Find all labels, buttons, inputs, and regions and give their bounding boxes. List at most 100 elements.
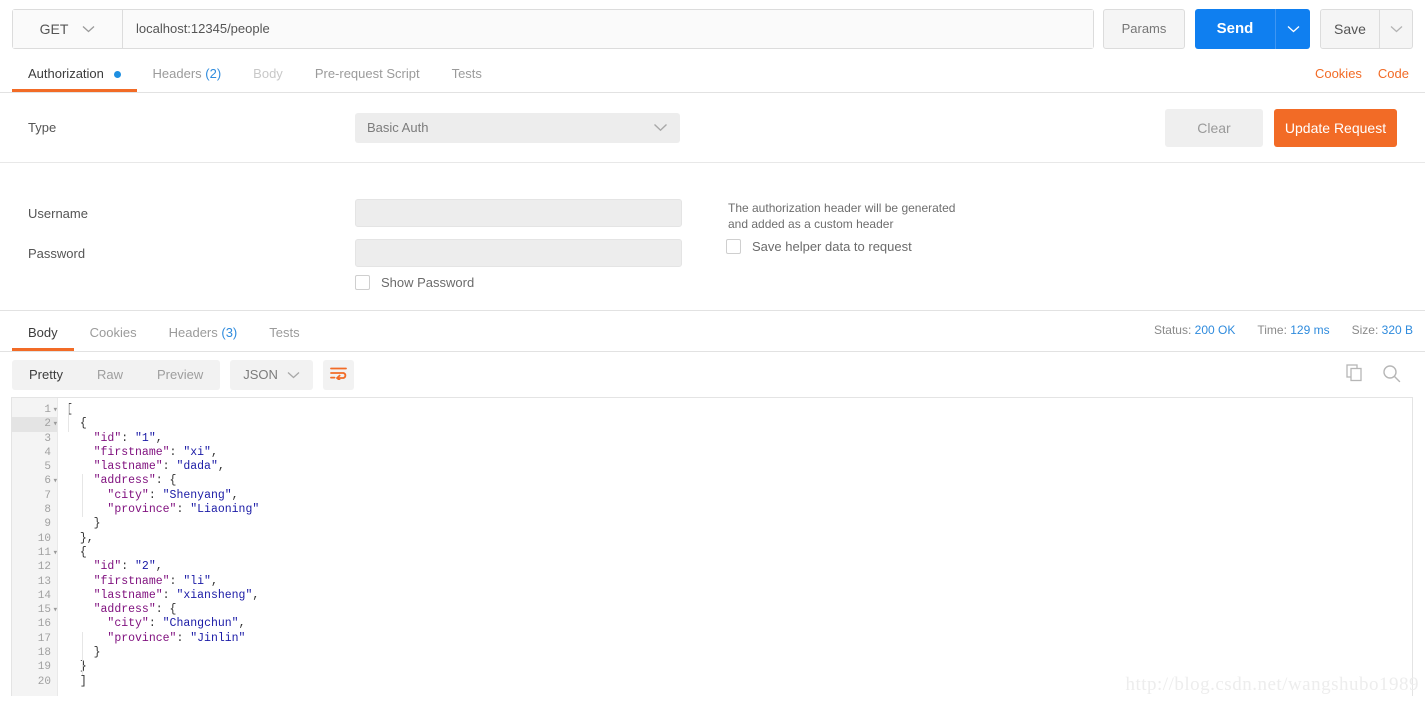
chevron-down-icon	[82, 25, 95, 33]
response-tab-headers-label: Headers	[168, 325, 218, 340]
code-line: }	[66, 646, 1412, 660]
save-button[interactable]: Save	[1321, 9, 1379, 48]
code-token: "1"	[135, 431, 156, 445]
response-view-bar: Pretty Raw Preview JSON	[0, 352, 1425, 397]
tab-tests[interactable]: Tests	[436, 57, 498, 92]
tab-tests-label: Tests	[451, 66, 482, 81]
fold-toggle-icon[interactable]: ▾	[48, 603, 58, 617]
code-line: }	[66, 660, 1412, 674]
auth-helper-text: The authorization header will be generat…	[728, 201, 956, 231]
cookies-link[interactable]: Cookies	[1315, 57, 1362, 92]
view-mode-raw[interactable]: Raw	[80, 360, 140, 390]
code-token: ,	[252, 588, 260, 602]
code-token: "address"	[93, 474, 156, 488]
show-password-checkbox[interactable]	[355, 275, 370, 290]
send-button[interactable]: Send	[1195, 8, 1275, 49]
password-input[interactable]	[355, 239, 682, 267]
search-icon[interactable]	[1382, 364, 1401, 386]
tab-body[interactable]: Body	[237, 57, 299, 92]
code-token: : {	[155, 474, 177, 488]
line-number: 18	[37, 647, 51, 660]
line-number: 11 ▾	[37, 546, 58, 560]
tab-authorization[interactable]: Authorization	[12, 57, 137, 92]
code-token: "Jinlin"	[190, 631, 246, 645]
line-number: 13	[37, 575, 51, 588]
line-number: 15 ▾	[37, 603, 58, 617]
line-number: 1 ▾	[44, 403, 58, 417]
save-options-button[interactable]	[1379, 9, 1412, 48]
fold-toggle-icon[interactable]: ▾	[48, 403, 58, 417]
response-tab-cookies[interactable]: Cookies	[74, 316, 153, 351]
code-token: "xiansheng"	[176, 588, 253, 602]
fold-toggle-icon[interactable]: ▾	[48, 474, 58, 488]
code-token: }	[93, 646, 101, 660]
fold-toggle-icon[interactable]: ▾	[48, 417, 58, 431]
code-token: "province"	[107, 631, 177, 645]
save-helper-checkbox[interactable]	[726, 239, 741, 254]
params-button[interactable]: Params	[1103, 8, 1185, 49]
tab-headers[interactable]: Headers (2)	[137, 57, 238, 92]
code-token: "lastname"	[93, 588, 163, 602]
response-tab-body-label: Body	[28, 325, 58, 340]
code-token: :	[148, 488, 163, 502]
auth-action-buttons: Clear Update Request	[1165, 108, 1397, 147]
code-token: "xi"	[183, 445, 211, 459]
code-line: [	[66, 403, 1412, 417]
line-number: 17	[37, 632, 51, 645]
clear-button[interactable]: Clear	[1165, 108, 1263, 147]
indent-guide	[82, 474, 83, 517]
response-tab-bar: Body Cookies Headers (3) Tests Status: 2…	[0, 311, 1425, 352]
code-token: {	[79, 417, 87, 431]
tab-pre-request-script[interactable]: Pre-request Script	[299, 57, 436, 92]
line-number: 20	[37, 675, 51, 688]
username-input[interactable]	[355, 199, 682, 227]
code-token: ,	[231, 488, 239, 502]
save-helper-row[interactable]: Save helper data to request	[726, 239, 912, 254]
response-tab-tests[interactable]: Tests	[253, 316, 315, 351]
code-line: "city": "Changchun",	[66, 617, 1412, 631]
http-method-selector[interactable]: GET	[13, 9, 123, 48]
copy-icon[interactable]	[1346, 364, 1364, 385]
time-value: 129 ms	[1290, 323, 1330, 337]
response-format-select[interactable]: JSON	[230, 359, 313, 390]
editor-code-area[interactable]: [ { "id": "1", "firstname": "xi", "lastn…	[58, 398, 1412, 696]
code-token: },	[79, 531, 94, 545]
password-row: Password	[28, 239, 682, 267]
code-link[interactable]: Code	[1378, 57, 1409, 92]
modified-dot-icon	[113, 71, 121, 79]
response-tab-cookies-label: Cookies	[89, 325, 137, 340]
code-line: "firstname": "li",	[66, 575, 1412, 589]
update-request-button[interactable]: Update Request	[1274, 108, 1397, 147]
save-button-group: Save	[1320, 8, 1413, 49]
tab-body-label: Body	[253, 66, 283, 81]
wrap-lines-button[interactable]	[322, 359, 354, 390]
code-token: "Shenyang"	[162, 488, 232, 502]
size-label: Size:	[1351, 323, 1379, 337]
auth-type-select[interactable]: Basic Auth	[355, 112, 680, 143]
line-number: 19	[37, 661, 51, 674]
time-label: Time:	[1257, 323, 1287, 337]
send-options-button[interactable]	[1275, 8, 1310, 49]
time-meta: Time: 129 ms	[1257, 313, 1329, 351]
response-tab-headers[interactable]: Headers (3)	[153, 316, 254, 351]
view-mode-pretty[interactable]: Pretty	[12, 360, 80, 390]
auth-type-row: Type Basic Auth Clear Update Request	[0, 93, 1425, 163]
code-token: :	[176, 631, 191, 645]
code-line: {	[66, 417, 1412, 431]
code-token: }	[79, 660, 87, 674]
code-token: :	[176, 503, 191, 517]
show-password-row[interactable]: Show Password	[355, 275, 474, 290]
line-number: 6 ▾	[44, 474, 58, 488]
line-number: 7	[44, 489, 51, 502]
request-url-input[interactable]	[123, 9, 1093, 48]
code-line: "lastname": "dada",	[66, 460, 1412, 474]
view-mode-preview[interactable]: Preview	[140, 360, 220, 390]
size-value: 320 B	[1381, 323, 1413, 337]
response-tab-body[interactable]: Body	[12, 316, 74, 351]
status-value: 200 OK	[1194, 323, 1236, 337]
tab-headers-count: (2)	[205, 66, 222, 81]
response-body-editor[interactable]: 1 ▾ 2 ▾ 3 4 5 6 ▾ 7 8 9 10 11 ▾ 12 13 14 15 ▾ 16 17 18 19 20 [ {…	[11, 397, 1413, 696]
fold-toggle-icon[interactable]: ▾	[48, 546, 58, 560]
auth-type-select-value: Basic Auth	[367, 120, 429, 135]
status-label: Status:	[1153, 323, 1192, 337]
